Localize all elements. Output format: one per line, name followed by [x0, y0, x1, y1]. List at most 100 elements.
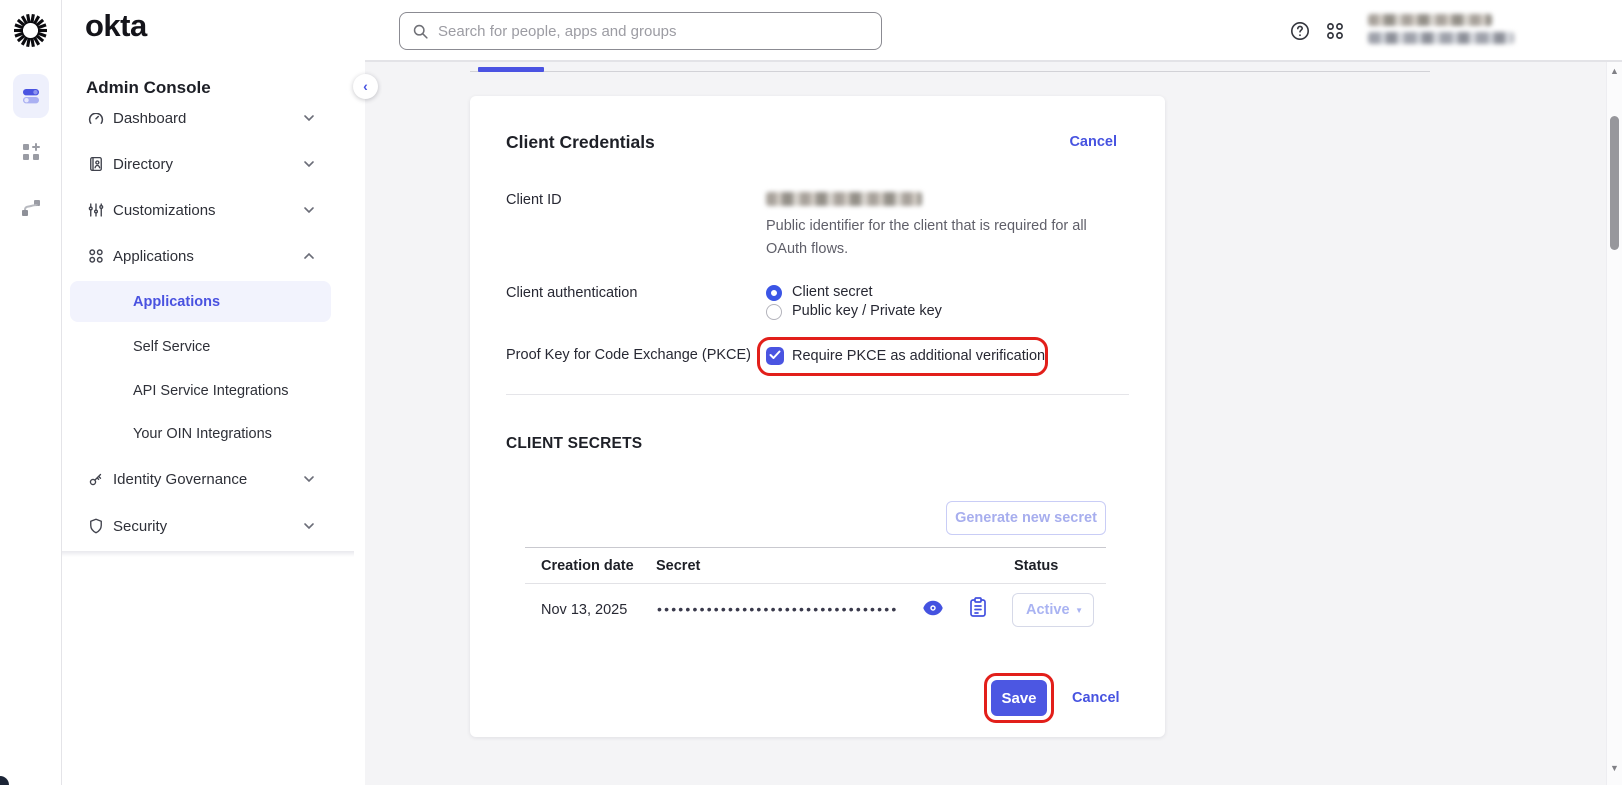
footer-cancel-link[interactable]: Cancel [1072, 690, 1120, 706]
card-cancel-link[interactable]: Cancel [1069, 134, 1117, 150]
client-id-label: Client ID [506, 192, 562, 208]
user-name-redacted [1368, 14, 1492, 26]
global-search[interactable] [399, 12, 882, 50]
clipboard-icon [969, 597, 987, 618]
generate-new-secret-button[interactable]: Generate new secret [946, 501, 1106, 535]
connector-icon [19, 196, 43, 220]
sidebar-item-security[interactable]: Security [62, 503, 352, 549]
tab-bar-border [470, 71, 1430, 72]
identity-governance-icon [87, 470, 105, 488]
sidebar-item-label: Customizations [113, 202, 216, 219]
sidebar-item-label: Security [113, 518, 167, 535]
card-title: Client Credentials [506, 132, 655, 153]
sidebar-item-dashboard[interactable]: Dashboard [62, 113, 352, 141]
page-content: Client Credentials Cancel Client ID Publ… [365, 64, 1606, 785]
secret-creation-date: Nov 13, 2025 [541, 602, 627, 618]
search-icon [412, 23, 429, 40]
org-name-redacted [1368, 32, 1514, 44]
caret-down-icon: ▼ [1075, 606, 1083, 615]
sidebar-item-label: Directory [113, 156, 173, 173]
main-scrollbar[interactable]: ▲ ▼ [1606, 62, 1622, 785]
security-icon [87, 517, 105, 535]
pkce-checkbox-label[interactable]: Require PKCE as additional verification [792, 348, 1045, 364]
rail-add-apps-button[interactable] [13, 130, 49, 174]
eye-icon [923, 600, 943, 616]
table-row: Nov 13, 2025 •••••••••••••••••••••••••••… [525, 584, 1106, 646]
sidebar: okta Admin Console Dashboard Directory Cus… [62, 0, 365, 785]
main-area: Client Credentials Cancel Client ID Publ… [365, 0, 1622, 785]
sidebar-nav-viewport: Dashboard Directory Customizations Applicat… [62, 113, 352, 552]
client-id-value-redacted [766, 192, 922, 206]
nav-bottom-shadow [62, 551, 354, 557]
toggles-icon [20, 85, 42, 107]
dashboard-icon [87, 113, 105, 127]
col-header-secret: Secret [656, 558, 700, 574]
checkmark-icon [769, 350, 781, 360]
col-header-status: Status [1014, 558, 1058, 574]
client-id-help-2: OAuth flows. [766, 238, 848, 261]
console-title: Admin Console [86, 78, 211, 98]
pkce-label: Proof Key for Code Exchange (PKCE) [506, 347, 751, 363]
client-secrets-heading: CLIENT SECRETS [506, 435, 642, 453]
sidebar-item-label: Dashboard [113, 113, 186, 127]
help-icon[interactable] [1290, 21, 1310, 41]
partial-logo-bottom [0, 776, 9, 785]
sidebar-subitem-api-service-integrations[interactable]: API Service Integrations [62, 369, 352, 412]
sidebar-item-directory[interactable]: Directory [62, 141, 352, 187]
applications-icon [87, 247, 105, 265]
sidebar-subitem-applications[interactable]: Applications [70, 281, 331, 322]
chevron-down-icon [302, 157, 316, 171]
sidebar-collapse-button[interactable]: ‹ [353, 74, 378, 99]
main-scrollbar-thumb[interactable] [1610, 116, 1619, 250]
customizations-icon [87, 201, 105, 219]
radio-label-public-key-private-key[interactable]: Public key / Private key [792, 303, 942, 319]
left-icon-rail [0, 0, 62, 785]
top-bar [365, 0, 1622, 62]
sidebar-item-label: Applications [113, 248, 194, 265]
chevron-up-icon [302, 249, 316, 263]
save-button[interactable]: Save [991, 680, 1047, 716]
okta-spinner-logo [12, 12, 49, 49]
sidebar-subitem-label: Your OIN Integrations [133, 426, 272, 442]
active-tab-indicator [478, 67, 544, 72]
sidebar-subitem-label: API Service Integrations [133, 383, 289, 399]
client-id-help-1: Public identifier for the client that is… [766, 215, 1087, 238]
directory-icon [87, 155, 105, 173]
rail-admin-console-button[interactable] [13, 74, 49, 118]
user-account-menu[interactable] [1368, 14, 1518, 44]
scroll-down-arrow[interactable]: ▼ [1610, 763, 1619, 773]
sidebar-item-customizations[interactable]: Customizations [62, 187, 352, 233]
radio-client-secret[interactable] [766, 285, 782, 301]
copy-secret-button[interactable] [969, 597, 987, 618]
client-credentials-card: Client Credentials Cancel Client ID Publ… [470, 96, 1165, 737]
sidebar-subitem-self-service[interactable]: Self Service [62, 324, 352, 369]
sidebar-item-label: Identity Governance [113, 471, 247, 488]
secret-status-select[interactable]: Active▼ [1012, 593, 1094, 627]
grid-plus-icon [19, 140, 43, 164]
radio-label-client-secret[interactable]: Client secret [792, 284, 873, 300]
okta-wordmark: okta [85, 8, 147, 44]
reveal-secret-button[interactable] [923, 600, 943, 616]
chevron-down-icon [302, 519, 316, 533]
chevron-down-icon [302, 113, 316, 125]
rail-integrations-button[interactable] [13, 186, 49, 230]
sidebar-subitem-your-oin-integrations[interactable]: Your OIN Integrations [62, 412, 352, 455]
apps-grid-icon[interactable] [1325, 21, 1345, 41]
secret-masked-value: •••••••••••••••••••••••••••••••••• [657, 601, 898, 617]
client-authentication-label: Client authentication [506, 285, 637, 301]
chevron-down-icon [302, 203, 316, 217]
pkce-checkbox[interactable] [766, 347, 784, 365]
sidebar-item-identity-governance[interactable]: Identity Governance [62, 455, 352, 503]
chevron-down-icon [302, 472, 316, 486]
radio-public-key-private-key[interactable] [766, 304, 782, 320]
search-input[interactable] [438, 23, 881, 40]
section-divider [506, 394, 1129, 395]
scroll-up-arrow[interactable]: ▲ [1610, 66, 1619, 76]
sidebar-item-applications[interactable]: Applications [62, 233, 352, 279]
sidebar-nav: Dashboard Directory Customizations Applicat… [62, 113, 352, 549]
table-header-row: Creation date Secret Status [525, 547, 1106, 584]
col-header-creation-date: Creation date [541, 558, 634, 574]
sidebar-subitem-label: Self Service [133, 339, 210, 355]
client-secrets-table: Creation date Secret Status Nov 13, 2025… [525, 547, 1106, 646]
sidebar-subitem-label: Applications [133, 294, 220, 310]
